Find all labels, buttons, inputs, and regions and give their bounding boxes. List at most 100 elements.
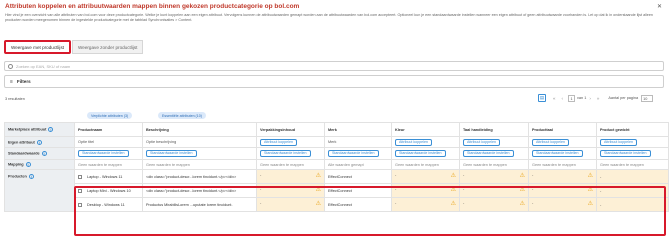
per-page-select[interactable]: 10: [641, 94, 654, 102]
info-icon[interactable]: i: [25, 162, 31, 167]
set-standard-button[interactable]: Standaardwaarde instellen: [532, 150, 583, 157]
link-attribute-button[interactable]: Attribuut koppelen: [260, 138, 297, 146]
warning-icon: ⚠: [587, 187, 593, 193]
export-icon[interactable]: ▤: [538, 94, 546, 102]
set-standard-button[interactable]: Standaardwaarde instellen: [395, 150, 446, 157]
filters-panel[interactable]: ≡ Filters: [4, 75, 664, 88]
set-standard-button[interactable]: Standaardwaarde instellen: [260, 150, 311, 157]
tab-without-productlist[interactable]: Weergave zonder productlijst: [72, 40, 144, 54]
mapping-cell: Geen waarden te mappen: [74, 159, 143, 170]
std-cell: Standaardwaarde instellen: [142, 147, 257, 160]
mapping-cell: Geen waarden te mappen: [256, 159, 325, 170]
product-attr-cell: -: [596, 197, 669, 212]
set-standard-button[interactable]: Standaardwaarde instellen: [600, 150, 651, 157]
empty-value: -: [260, 201, 262, 205]
product-attr-cell: - ⚠: [459, 183, 529, 198]
empty-value: -: [463, 201, 465, 205]
own-attr-brand[interactable]: Merk: [324, 136, 392, 148]
products-label: Producten i: [4, 169, 75, 212]
set-standard-button[interactable]: Standaardwaarde instellen: [328, 150, 379, 157]
product-name-cell[interactable]: Laptop Mini - Windows 10: [74, 183, 143, 198]
mapping-cell: Alle waarden gemapt: [324, 159, 392, 170]
first-page-icon[interactable]: «: [553, 96, 556, 101]
std-cell: Standaardwaarde instellen: [391, 147, 460, 160]
product-brand: EffectConnect: [324, 183, 392, 198]
own-attr-productname[interactable]: Optie titel: [74, 136, 143, 148]
standard-value-label: Standaardwaarde i: [4, 147, 75, 160]
own-attr-language-cell: Attribuut koppelen: [459, 136, 529, 148]
link-attribute-button[interactable]: Attribuut koppelen: [463, 138, 500, 146]
warning-icon: ⚠: [450, 173, 456, 179]
table-header-row: Marketplace attribuut i Productnaam Besch…: [4, 122, 669, 137]
warning-icon: ⚠: [450, 201, 456, 207]
empty-value: -: [395, 187, 397, 191]
own-attr-weight-cell: Attribuut koppelen: [596, 136, 669, 148]
link-attribute-button[interactable]: Attribuut koppelen: [395, 138, 432, 146]
product-attr-cell: - ⚠: [256, 169, 325, 184]
product-attr-cell: - ⚠: [528, 183, 597, 198]
empty-value: -: [600, 202, 602, 207]
required-attributes-badge[interactable]: Verplichte attributen (3): [87, 112, 133, 119]
product-row[interactable]: Desktop - Windows 11 Productus Mirabilis…: [5, 197, 669, 212]
filters-label: Filters: [16, 79, 31, 84]
warning-icon: ⚠: [315, 201, 321, 207]
essential-attributes-badge[interactable]: Essentiële attributen (10): [158, 112, 206, 119]
last-page-icon[interactable]: »: [597, 96, 600, 101]
empty-value: -: [532, 201, 534, 205]
next-page-icon[interactable]: ›: [589, 96, 591, 101]
header-language: Taal handleiding: [459, 122, 529, 137]
page-of-label: van 1: [577, 96, 587, 100]
product-row[interactable]: Producten i Laptop - Windows 11 <div clas…: [4, 169, 669, 212]
empty-value: -: [532, 187, 534, 191]
info-icon[interactable]: i: [41, 151, 47, 156]
standard-value-row: Standaardwaarde i Standaardwaarde instell…: [4, 147, 669, 160]
std-cell: Standaardwaarde instellen: [256, 147, 325, 160]
set-standard-button[interactable]: Standaardwaarde instellen: [146, 150, 197, 157]
edit-icon[interactable]: [78, 188, 82, 193]
own-attribute-label-text: Eigen attribuut: [8, 140, 35, 144]
info-icon[interactable]: i: [48, 127, 54, 132]
product-name-cell[interactable]: Desktop - Windows 11: [74, 197, 143, 212]
page-title: Attributen koppelen en attribuutwaarden …: [5, 3, 300, 10]
std-cell: Standaardwaarde instellen: [74, 147, 143, 160]
link-attribute-button[interactable]: Attribuut koppelen: [600, 138, 637, 146]
product-attr-cell: - ⚠: [391, 197, 460, 212]
edit-icon[interactable]: [78, 174, 82, 179]
set-standard-button[interactable]: Standaardwaarde instellen: [78, 150, 129, 157]
product-name: Laptop - Windows 11: [87, 174, 123, 179]
search-icon: [8, 63, 13, 69]
info-icon[interactable]: i: [28, 174, 34, 179]
product-attr-cell: - ⚠: [528, 169, 597, 184]
own-attr-description[interactable]: Optie beschrijving: [142, 136, 257, 148]
empty-value: -: [260, 187, 262, 191]
warning-icon: ⚠: [519, 201, 525, 207]
mapping-cell: Geen waarden te mappen: [391, 159, 460, 170]
empty-value: -: [260, 173, 262, 177]
product-brand: EffectConnect: [324, 197, 392, 212]
warning-icon: ⚠: [587, 201, 593, 207]
product-row[interactable]: Laptop Mini - Windows 10 <div class="pro…: [5, 183, 669, 198]
link-attribute-button[interactable]: Attribuut koppelen: [532, 138, 569, 146]
product-attr-cell: - ⚠: [256, 197, 325, 212]
product-description: <div class="product-descr...lorem tincid…: [142, 183, 257, 198]
product-attr-cell: - ⚠: [391, 169, 460, 184]
page-input[interactable]: 1: [568, 94, 576, 102]
info-icon[interactable]: i: [36, 139, 42, 145]
product-name-cell[interactable]: Laptop - Windows 11: [74, 169, 143, 184]
own-attribute-label: Eigen attribuut i: [4, 136, 75, 148]
close-icon[interactable]: ✕: [657, 3, 662, 10]
search-input[interactable]: Zoeken op EAN, SKU of naam: [4, 61, 664, 71]
tab-with-productlist[interactable]: Weergave met productlijst: [4, 40, 72, 54]
set-standard-button[interactable]: Standaardwaarde instellen: [463, 150, 514, 157]
prev-page-icon[interactable]: ‹: [562, 96, 564, 101]
product-attr-cell: - ⚠: [528, 197, 597, 212]
edit-icon[interactable]: [78, 202, 82, 207]
warning-icon: ⚠: [587, 173, 593, 179]
mapping-cell: Geen waarden te mappen: [142, 159, 257, 170]
products-label-text: Producten: [8, 174, 27, 179]
warning-icon: ⚠: [315, 173, 321, 179]
header-productname: Productnaam: [74, 122, 143, 137]
mapping-cell: Geen waarden te mappen: [596, 159, 669, 170]
product-brand: EffectConnect: [324, 169, 392, 184]
warning-icon: ⚠: [450, 187, 456, 193]
